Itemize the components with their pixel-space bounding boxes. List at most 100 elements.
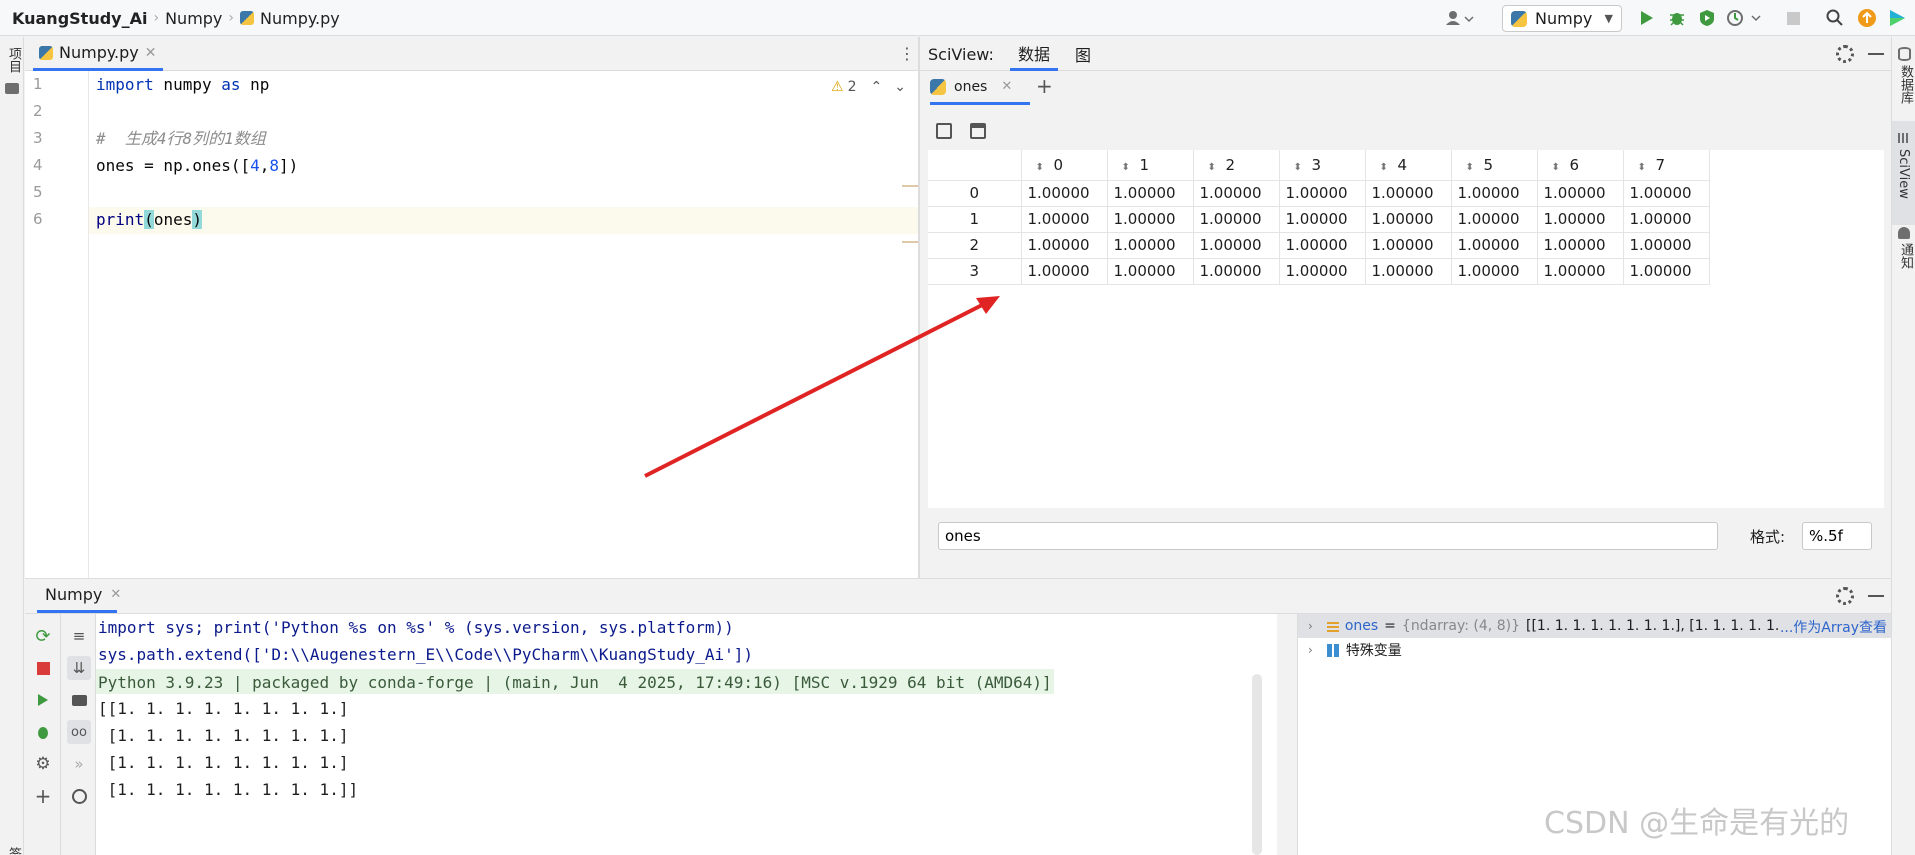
notifications-tool-button[interactable]: 通知 [1896, 243, 1915, 269]
close-icon[interactable]: ✕ [1001, 79, 1012, 94]
breadcrumb-folder[interactable]: Numpy [165, 0, 222, 36]
execute-icon[interactable]: » [67, 752, 91, 776]
view-as-array-link[interactable]: ...作为Array查看 [1779, 617, 1887, 637]
minimize-icon[interactable] [1868, 53, 1884, 55]
table-cell[interactable]: 1.00000 [1107, 232, 1194, 259]
stop-icon[interactable] [31, 656, 55, 680]
close-icon[interactable]: ✕ [145, 45, 157, 61]
stop-icon[interactable] [1780, 5, 1806, 31]
profile-icon[interactable] [1724, 5, 1764, 31]
gear-icon[interactable] [1836, 45, 1854, 63]
variable-row-ones[interactable]: › ones = {ndarray: (4, 8)} [[1. 1. 1. 1.… [1298, 614, 1891, 638]
table-cell[interactable]: 1.00000 [1537, 232, 1624, 259]
variable-tab-ones[interactable]: ones ✕ [930, 71, 1030, 105]
column-header[interactable]: ⬍ 5 [1451, 150, 1538, 181]
special-variables-row[interactable]: › 特殊变量 [1298, 638, 1402, 662]
search-icon[interactable] [1822, 5, 1848, 31]
settings-icon[interactable]: ⚙ [31, 752, 55, 776]
line-gutter: 1 2 3 4 5 6 [25, 71, 89, 578]
run-icon[interactable] [1634, 5, 1660, 31]
debug-icon[interactable] [31, 720, 55, 744]
table-cell[interactable]: 1.00000 [1365, 206, 1452, 233]
table-cell[interactable]: 1.00000 [1279, 232, 1366, 259]
project-tool-button[interactable]: 项目 [4, 47, 23, 73]
table-cell[interactable]: 1.00000 [1365, 258, 1452, 285]
update-icon[interactable] [1854, 5, 1880, 31]
table-cell[interactable]: 1.00000 [1451, 258, 1538, 285]
column-header[interactable]: ⬍ 0 [1021, 150, 1108, 181]
table-cell[interactable]: 1.00000 [1623, 206, 1710, 233]
editor-tab-numpy[interactable]: Numpy.py ✕ [33, 37, 163, 71]
table-cell[interactable]: 1.00000 [1537, 180, 1624, 207]
table-cell[interactable]: 1.00000 [1193, 232, 1280, 259]
column-header[interactable]: ⬍ 1 [1107, 150, 1194, 181]
table-cell[interactable]: 1.00000 [1279, 180, 1366, 207]
table-cell[interactable]: 1.00000 [1193, 258, 1280, 285]
python-console[interactable]: import sys; print('Python %s on %s' % (s… [96, 614, 1277, 855]
run-config-select[interactable]: Numpy ▼ [1502, 5, 1622, 32]
column-header[interactable]: ⬍ 6 [1537, 150, 1624, 181]
table-cell[interactable]: 1.00000 [1107, 180, 1194, 207]
table-cell[interactable]: 1.00000 [1107, 206, 1194, 233]
minimize-icon[interactable] [1868, 595, 1884, 597]
table-cell[interactable]: 1.00000 [1107, 258, 1194, 285]
table-cell[interactable]: 1.00000 [1365, 180, 1452, 207]
chevron-up-icon[interactable]: ⌃ [870, 79, 882, 95]
window-icon[interactable] [970, 123, 986, 139]
table-cell[interactable]: 1.00000 [1193, 180, 1280, 207]
table-cell[interactable]: 1.00000 [1021, 206, 1108, 233]
scroll-to-end-icon[interactable]: ⇊ [67, 656, 91, 680]
table-cell[interactable]: 1.00000 [1021, 180, 1108, 207]
chevron-right-icon[interactable]: › [1308, 643, 1313, 657]
table-cell[interactable]: 1.00000 [1021, 258, 1108, 285]
table-cell[interactable]: 1.00000 [1537, 206, 1624, 233]
console-scrollbar[interactable] [1252, 674, 1262, 855]
tab-data[interactable]: 数据 [1010, 37, 1058, 71]
rerun-icon[interactable]: ⟳ [31, 624, 55, 648]
history-icon[interactable] [67, 784, 91, 808]
add-tab-icon[interactable]: + [1036, 76, 1053, 96]
jetbrains-ai-icon[interactable] [1882, 5, 1912, 31]
close-icon[interactable]: ✕ [110, 587, 121, 602]
line-number: 1 [33, 75, 43, 93]
add-console-icon[interactable]: + [31, 784, 55, 808]
column-header[interactable]: ⬍ 2 [1193, 150, 1280, 181]
table-cell[interactable]: 1.00000 [1451, 206, 1538, 233]
breadcrumb-project[interactable]: KuangStudy_Ai [12, 0, 147, 36]
more-options-icon[interactable]: ⋮ [899, 45, 915, 63]
table-cell[interactable]: 1.00000 [1451, 232, 1538, 259]
column-header[interactable]: ⬍ 7 [1623, 150, 1710, 181]
user-menu-icon[interactable] [1444, 5, 1478, 31]
sciview-tool-button[interactable]: SciView [1896, 149, 1911, 199]
inspection-widget[interactable]: ⚠ 2 ⌃ ⌄ [831, 79, 906, 95]
show-variables-icon[interactable]: oo [67, 720, 91, 744]
column-header[interactable]: ⬍ 3 [1279, 150, 1366, 181]
open-external-icon[interactable] [936, 123, 952, 139]
column-header[interactable]: ⬍ 4 [1365, 150, 1452, 181]
chevron-right-icon[interactable]: › [1308, 619, 1313, 633]
table-cell[interactable]: 1.00000 [1623, 258, 1710, 285]
gear-icon[interactable] [1836, 587, 1854, 605]
annotation-arrow [644, 296, 1000, 478]
table-cell[interactable]: 1.00000 [1279, 258, 1366, 285]
table-cell[interactable]: 1.00000 [1365, 232, 1452, 259]
soft-wrap-icon[interactable]: ≡ [67, 624, 91, 648]
coverage-icon[interactable] [1694, 5, 1720, 31]
table-cell[interactable]: 1.00000 [1279, 206, 1366, 233]
run-icon[interactable] [31, 688, 55, 712]
table-cell[interactable]: 1.00000 [1021, 232, 1108, 259]
table-cell[interactable]: 1.00000 [1623, 232, 1710, 259]
table-cell[interactable]: 1.00000 [1537, 258, 1624, 285]
expression-input[interactable] [938, 522, 1718, 550]
breadcrumb-file[interactable]: Numpy.py [260, 0, 340, 36]
database-tool-button[interactable]: 数据库 [1896, 65, 1915, 104]
table-cell[interactable]: 1.00000 [1193, 206, 1280, 233]
console-tab-numpy[interactable]: Numpy ✕ [37, 579, 121, 613]
debug-icon[interactable] [1664, 5, 1690, 31]
format-input[interactable] [1802, 522, 1872, 550]
table-cell[interactable]: 1.00000 [1451, 180, 1538, 207]
chevron-down-icon[interactable]: ⌄ [894, 79, 906, 95]
tab-plots[interactable]: 图 [1068, 37, 1098, 71]
print-icon[interactable] [67, 688, 91, 712]
table-cell[interactable]: 1.00000 [1623, 180, 1710, 207]
